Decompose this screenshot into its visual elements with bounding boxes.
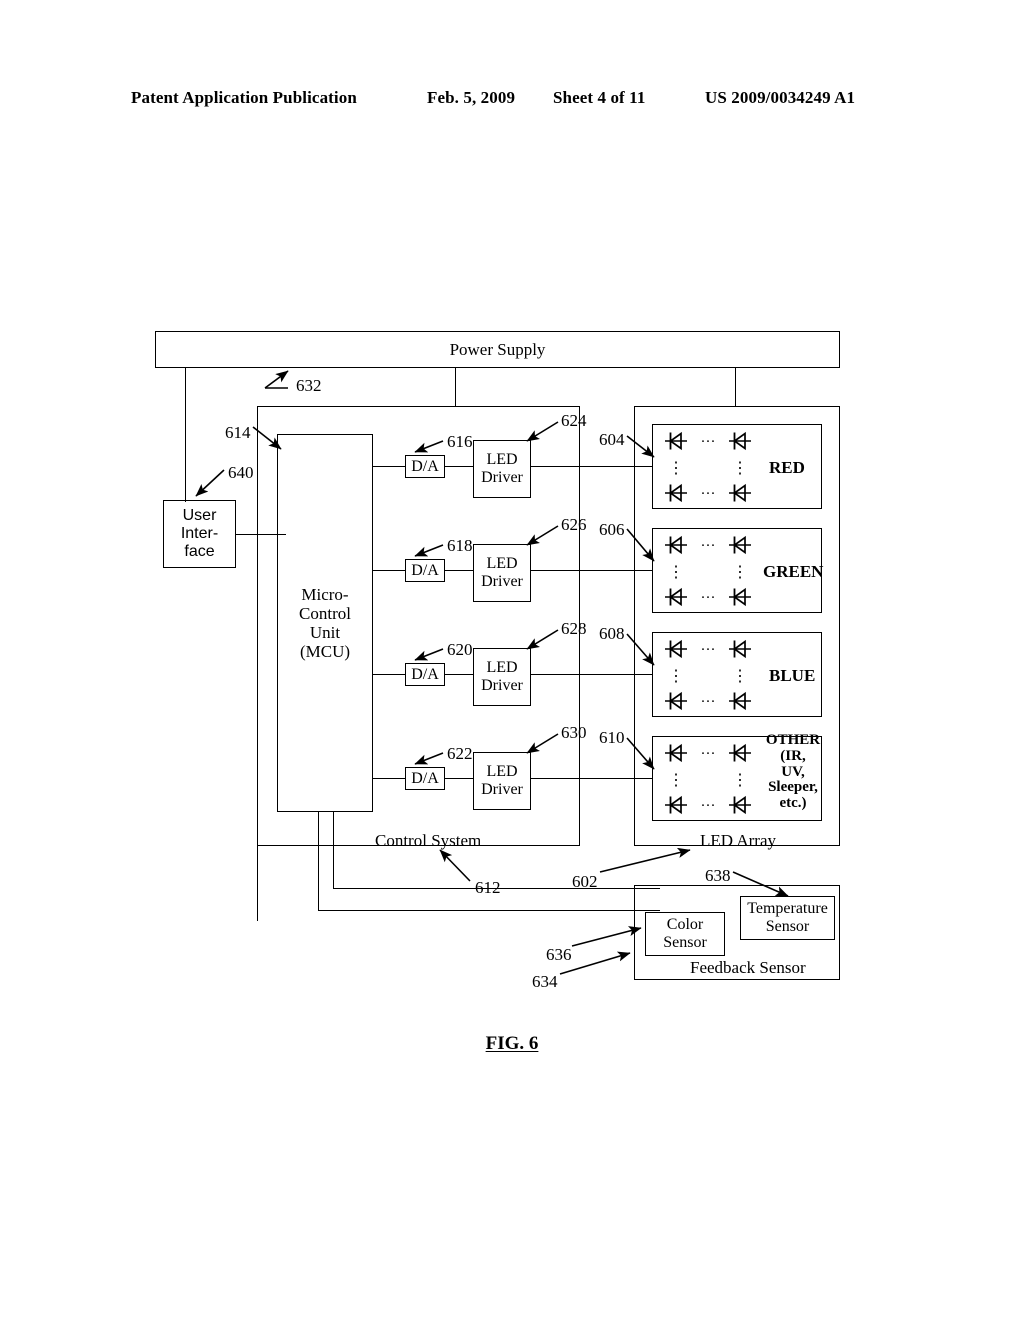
ref-638: 638 bbox=[705, 866, 731, 885]
ref-622: 622 bbox=[447, 744, 473, 763]
led-driver-4: LED Driver bbox=[473, 752, 531, 810]
ref-620: 620 bbox=[447, 640, 473, 659]
header-date: Feb. 5, 2009 bbox=[427, 88, 516, 107]
ref-640: 640 bbox=[228, 463, 254, 482]
leader-612 bbox=[439, 849, 471, 882]
header-sheet: Sheet 4 of 11 bbox=[553, 88, 646, 107]
leader-640 bbox=[195, 469, 225, 497]
da-converter-3-label: D/A bbox=[411, 665, 439, 683]
led-driver-1: LED Driver bbox=[473, 440, 531, 498]
led-group-green-label: GREEN bbox=[763, 562, 824, 581]
header-publication: Patent Application Publication bbox=[131, 88, 357, 107]
ref-632: 632 bbox=[296, 376, 322, 395]
da-converter-1: D/A bbox=[405, 455, 445, 478]
led-group-other-label: OTHER (IR, UV, Sleeper, etc.) bbox=[765, 732, 821, 811]
figure-caption-text: FIG. 6 bbox=[485, 1033, 539, 1054]
mcu-label: Micro- Control Unit (MCU) bbox=[299, 584, 351, 662]
ref-628: 628 bbox=[561, 619, 587, 638]
wire-feedback-h1 bbox=[318, 910, 660, 912]
wire-ps-to-ui bbox=[185, 368, 187, 502]
da-converter-4: D/A bbox=[405, 767, 445, 790]
figure-caption: FIG. 6 bbox=[0, 1033, 1024, 1055]
da-converter-2: D/A bbox=[405, 559, 445, 582]
ref-604: 604 bbox=[599, 430, 625, 449]
ref-624: 624 bbox=[561, 411, 587, 430]
led-driver-3-label: LED Driver bbox=[481, 659, 523, 694]
da-converter-4-label: D/A bbox=[411, 769, 439, 787]
leader-636 bbox=[571, 926, 642, 947]
ref-618: 618 bbox=[447, 536, 473, 555]
temperature-sensor-label: Temperature Sensor bbox=[747, 900, 828, 935]
control-system-label: Control System bbox=[375, 831, 482, 850]
user-interface-label: User Inter- face bbox=[180, 507, 219, 560]
ref-608: 608 bbox=[599, 624, 625, 643]
led-driver-2-label: LED Driver bbox=[481, 555, 523, 590]
patent-figure-page: Patent Application Publication Feb. 5, 2… bbox=[0, 0, 1024, 1320]
temperature-sensor-block: Temperature Sensor bbox=[740, 896, 835, 940]
ref-626: 626 bbox=[561, 515, 587, 534]
led-group-red-label: RED bbox=[769, 458, 805, 477]
ref-616: 616 bbox=[447, 432, 473, 451]
power-supply-label: Power Supply bbox=[449, 339, 546, 359]
header-document-number: US 2009/0034249 A1 bbox=[705, 88, 856, 107]
ref-602: 602 bbox=[572, 872, 598, 891]
mcu-block: Micro- Control Unit (MCU) bbox=[277, 434, 373, 812]
ref-614: 614 bbox=[225, 423, 251, 442]
leader-602 bbox=[599, 847, 691, 873]
page-header: Patent Application Publication Feb. 5, 2… bbox=[0, 88, 1024, 112]
led-group-blue-label: BLUE bbox=[769, 666, 816, 685]
led-driver-1-label: LED Driver bbox=[481, 451, 523, 486]
user-interface-block: User Inter- face bbox=[163, 500, 236, 568]
led-driver-3: LED Driver bbox=[473, 648, 531, 706]
da-converter-2-label: D/A bbox=[411, 561, 439, 579]
da-converter-1-label: D/A bbox=[411, 457, 439, 475]
ref-630: 630 bbox=[561, 723, 587, 742]
led-driver-4-label: LED Driver bbox=[481, 763, 523, 798]
wire-ps-to-ledarray bbox=[735, 368, 737, 406]
ref-636: 636 bbox=[546, 945, 572, 964]
led-driver-2: LED Driver bbox=[473, 544, 531, 602]
ref-634: 634 bbox=[532, 972, 558, 991]
ref-606: 606 bbox=[599, 520, 625, 539]
color-sensor-block: Color Sensor bbox=[645, 912, 725, 956]
color-sensor-label: Color Sensor bbox=[663, 916, 707, 951]
feedback-sensor-label: Feedback Sensor bbox=[690, 958, 806, 977]
led-array-label: LED Array bbox=[700, 831, 777, 850]
da-converter-3: D/A bbox=[405, 663, 445, 686]
ref-610: 610 bbox=[599, 728, 625, 747]
ref-612: 612 bbox=[475, 878, 501, 897]
leader-632 bbox=[264, 370, 289, 389]
power-supply-block: Power Supply bbox=[155, 331, 840, 368]
wire-ps-to-control bbox=[455, 368, 457, 406]
